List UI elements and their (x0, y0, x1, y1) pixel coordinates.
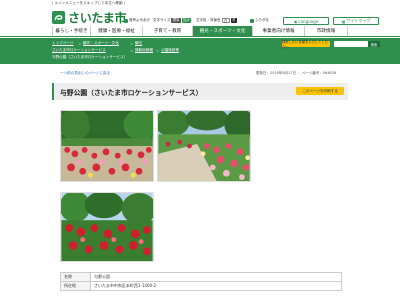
font-size-large-button[interactable]: 拡大 (181, 18, 192, 23)
table-row: 所在地 さいたま市中央区本町西1-1400-2 (60, 281, 342, 291)
color-label: 文字色・背景色 (196, 18, 221, 22)
breadcrumb-parks[interactable]: 公園施設等 (161, 48, 179, 53)
breadcrumb-location-service[interactable]: さいたま市ロケーションサービス (52, 48, 106, 53)
gnav-item-tourism[interactable]: 観光・スポーツ・文化 (192, 26, 252, 36)
breadcrumb-candidate[interactable]: 撮影地候補 (135, 48, 153, 53)
search-input[interactable] (334, 41, 368, 47)
color-black-button[interactable]: 黒 (230, 18, 237, 23)
furigana-button[interactable]: ふりがな (250, 18, 269, 23)
globe-icon: ◉ (293, 18, 298, 24)
breadcrumb-top[interactable]: トップページ (52, 41, 74, 46)
page-title: 与野公園（さいたま市ロケーションサービス） (60, 89, 203, 97)
breadcrumb-kanko[interactable]: 観光 (135, 41, 142, 46)
gnav-item-childcare[interactable]: 子育て・教育 (142, 26, 192, 36)
gnav-item-living[interactable]: 暮らし・手続き (52, 26, 90, 36)
table-cell: 与野公園 (90, 272, 342, 282)
language-label: Language (298, 18, 319, 24)
sitemap-label: サイトマップ (346, 18, 371, 23)
breadcrumb-separator: ＞ (130, 49, 134, 53)
breadcrumb-separator: ＞ (130, 42, 134, 46)
furigana-icon (250, 18, 254, 23)
color-control: 文字色・背景色 白 黒 (196, 18, 237, 23)
font-size-control: 文字サイズ 標準 拡大 (153, 18, 192, 23)
font-size-small-button[interactable]: 標準 (171, 18, 181, 23)
gnav-item-business[interactable]: 事業者向け情報 (252, 26, 304, 36)
table-cell: さいたま市中央区本町西1-1400-2 (90, 281, 342, 291)
voice-label: 音声よみあげ (129, 18, 150, 22)
update-info: 更新日：2019年6月17日 ｜ ページ番号：064638 (256, 71, 337, 75)
print-button[interactable]: このページを印刷する (296, 87, 344, 95)
voice-button[interactable]: 音声よみあげ (124, 18, 150, 23)
breadcrumb-separator: ＞ (78, 42, 82, 46)
breadcrumb-tourism[interactable]: 観光・スポーツ・文化 (83, 41, 119, 46)
global-nav: 暮らし・手続き 健康・医療・福祉 子育て・教育 観光・スポーツ・文化 事業者向け… (0, 26, 400, 37)
sitemap-icon: ▦ (341, 18, 346, 24)
sitemap-button[interactable]: ▦ サイトマップ (333, 17, 379, 25)
speaker-icon (124, 18, 128, 23)
breadcrumb-current: 与野公園（さいたま市ロケーションサービス） (52, 55, 128, 59)
color-white-button[interactable]: 白 (221, 18, 230, 23)
font-size-label: 文字サイズ (153, 18, 171, 22)
park-photo (157, 110, 251, 182)
table-row: 名称 与野公園 (60, 272, 342, 282)
search-placeholder-chip[interactable]: 検索したい言葉を入力してください (282, 40, 330, 49)
back-link[interactable]: 一つ前の見出しのページに戻る (60, 71, 110, 76)
search-button[interactable]: 検索 (368, 41, 380, 47)
gnav-item-city[interactable]: 市政情報 (304, 26, 348, 36)
table-header-cell: 名称 (60, 272, 91, 282)
gnav-item-health[interactable]: 健康・医療・福祉 (90, 26, 142, 36)
skip-link[interactable]: ( メインメニューをスキップして本文へ移動 ) (52, 1, 125, 6)
park-photo (60, 192, 154, 262)
language-button[interactable]: ◉ Language (283, 17, 329, 25)
furigana-label: ふりがな (255, 18, 269, 22)
facility-info-table: 名称 与野公園 所在地 さいたま市中央区本町西1-1400-2 (60, 272, 342, 291)
park-photo (60, 110, 154, 182)
table-header-cell: 所在地 (60, 281, 91, 291)
breadcrumb-separator: ＞ (156, 49, 160, 53)
